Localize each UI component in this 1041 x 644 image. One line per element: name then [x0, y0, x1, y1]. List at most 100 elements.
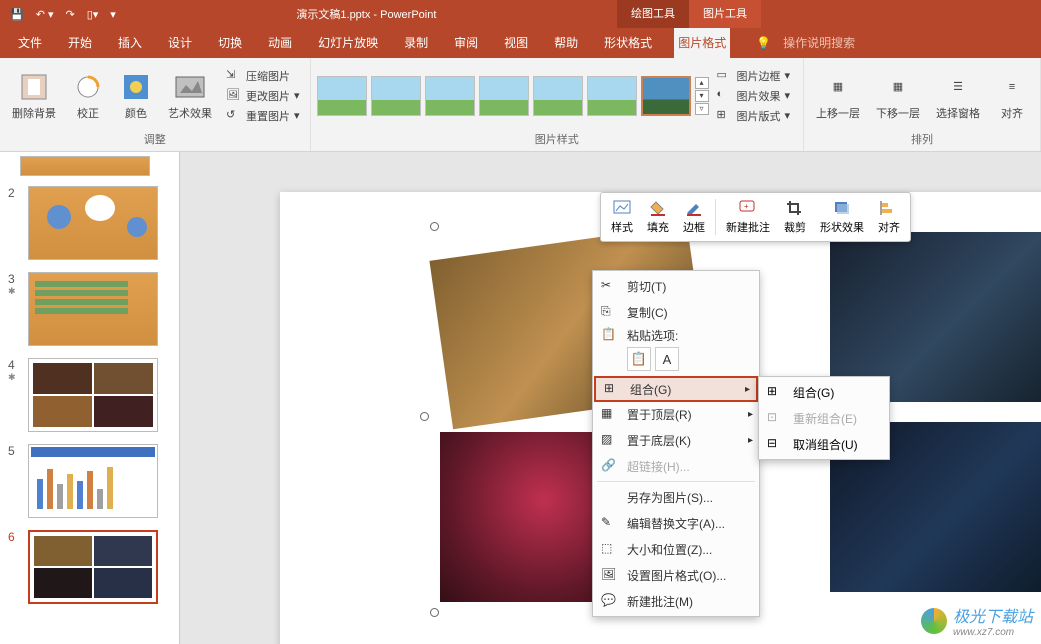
- style-preset-5[interactable]: [533, 76, 583, 116]
- tab-design[interactable]: 设计: [164, 28, 196, 58]
- tab-slideshow[interactable]: 幻灯片放映: [314, 28, 382, 58]
- color-button[interactable]: 颜色: [114, 69, 158, 123]
- corrections-icon: [72, 71, 104, 103]
- mini-align-button[interactable]: 对齐: [872, 197, 906, 237]
- ctx-save-as-pic[interactable]: 另存为图片(S)...: [593, 484, 759, 510]
- group-submenu: ⊞组合(G) ⊡重新组合(E) ⊟取消组合(U): [758, 376, 890, 460]
- tab-review[interactable]: 审阅: [450, 28, 482, 58]
- slide-thumb-prev[interactable]: [20, 156, 150, 176]
- slide-panel[interactable]: 2 3✱ 4✱: [0, 152, 180, 644]
- drawing-tools-tab[interactable]: 绘图工具: [617, 0, 689, 28]
- mini-outline-button[interactable]: 边框: [677, 197, 711, 237]
- border-icon: ▭: [717, 68, 733, 84]
- tab-help[interactable]: 帮助: [550, 28, 582, 58]
- mini-fill-button[interactable]: 填充: [641, 197, 675, 237]
- slide-thumb-row-5[interactable]: 5: [0, 438, 179, 524]
- pic-border-button[interactable]: ▭图片边框▾: [713, 67, 795, 85]
- slide-thumb-row-6[interactable]: 6: [0, 524, 179, 610]
- tab-transitions[interactable]: 切换: [214, 28, 246, 58]
- ctx-bring-front[interactable]: ▦置于顶层(R)▸: [593, 401, 759, 427]
- ctx-paste-label: 📋粘贴选项:: [593, 325, 759, 345]
- undo-icon[interactable]: ↶ ▾: [36, 8, 54, 21]
- send-backward-button[interactable]: ▦下移一层: [870, 69, 926, 123]
- ctx-size-pos[interactable]: ⬚大小和位置(Z)...: [593, 536, 759, 562]
- ctx-send-back[interactable]: ▨置于底层(K)▸: [593, 427, 759, 453]
- slide-thumb-4[interactable]: [28, 358, 158, 432]
- submenu-ungroup[interactable]: ⊟取消组合(U): [759, 431, 889, 457]
- mini-comment-icon: +: [738, 199, 758, 217]
- ctx-new-comment[interactable]: 💬新建批注(M): [593, 588, 759, 614]
- slide-thumb-5[interactable]: [28, 444, 158, 518]
- ctx-group[interactable]: ⊞组合(G)▸: [594, 376, 758, 402]
- tab-shape-format[interactable]: 形状格式: [600, 28, 656, 58]
- mini-comment-button[interactable]: +新建批注: [720, 197, 776, 237]
- tell-me-search[interactable]: 💡 操作说明搜索: [748, 28, 863, 58]
- mini-shapefx-button[interactable]: 形状效果: [814, 197, 870, 237]
- slide-num-5: 5: [8, 444, 20, 518]
- tab-animations[interactable]: 动画: [264, 28, 296, 58]
- style-preset-1[interactable]: [317, 76, 367, 116]
- handle-sw[interactable]: [430, 608, 439, 617]
- paste-option-2[interactable]: A: [655, 347, 679, 371]
- tab-home[interactable]: 开始: [64, 28, 96, 58]
- slide-thumb-row-4[interactable]: 4✱: [0, 352, 179, 438]
- selection-pane-button[interactable]: ☰选择窗格: [930, 69, 986, 123]
- style-preset-2[interactable]: [371, 76, 421, 116]
- slide-thumb-3[interactable]: [28, 272, 158, 346]
- alttext-icon: ✎: [601, 515, 617, 531]
- save-icon[interactable]: 💾: [10, 8, 24, 21]
- window-title: 演示文稿1.pptx - PowerPoint: [116, 6, 617, 22]
- change-pic-button[interactable]: 🖼更改图片▾: [222, 87, 304, 105]
- slide-thumb-2[interactable]: [28, 186, 158, 260]
- ribbon-group-styles: ▴▾▿ ▭图片边框▾ ◐图片效果▾ ⊞图片版式▾ 图片样式: [311, 58, 804, 151]
- ctx-cut[interactable]: ✂剪切(T): [593, 273, 759, 299]
- compress-button[interactable]: ⇲压缩图片: [222, 67, 304, 85]
- slide-thumb-row-3[interactable]: 3✱: [0, 266, 179, 352]
- group-label-adjust: 调整: [6, 129, 304, 149]
- bring-forward-button[interactable]: ▦上移一层: [810, 69, 866, 123]
- style-preset-7[interactable]: [641, 76, 691, 116]
- picture-tools-tab[interactable]: 图片工具: [689, 0, 761, 28]
- artistic-button[interactable]: 艺术效果: [162, 69, 218, 123]
- style-preset-6[interactable]: [587, 76, 637, 116]
- tab-record[interactable]: 录制: [400, 28, 432, 58]
- ctx-copy[interactable]: ⎘复制(C): [593, 299, 759, 325]
- handle-w[interactable]: [420, 412, 429, 421]
- paste-option-1[interactable]: 📋: [627, 347, 651, 371]
- slideshow-icon[interactable]: ▯▾: [87, 8, 99, 21]
- redo-icon[interactable]: ↷: [66, 8, 75, 21]
- cut-icon: ✂: [601, 278, 617, 294]
- quick-access-toolbar: 💾 ↶ ▾ ↷ ▯▾ ▾: [0, 8, 116, 21]
- style-gallery[interactable]: ▴▾▿: [317, 76, 709, 116]
- slide-thumb-6[interactable]: [28, 530, 158, 604]
- tab-insert[interactable]: 插入: [114, 28, 146, 58]
- group-label-styles: 图片样式: [317, 129, 797, 149]
- mini-crop-button[interactable]: 裁剪: [778, 197, 812, 237]
- watermark-text: 极光下载站: [953, 603, 1033, 627]
- submenu-group[interactable]: ⊞组合(G): [759, 379, 889, 405]
- style-preset-3[interactable]: [425, 76, 475, 116]
- tab-view[interactable]: 视图: [500, 28, 532, 58]
- adjust-small-buttons: ⇲压缩图片 🖼更改图片▾ ↺重置图片▾: [222, 67, 304, 125]
- tab-picture-format[interactable]: 图片格式: [674, 28, 730, 58]
- remove-bg-button[interactable]: 删除背景: [6, 69, 62, 123]
- mini-toolbar: 样式 填充 边框 +新建批注 裁剪 形状效果 对齐: [600, 192, 911, 242]
- slide-thumb-row-2[interactable]: 2: [0, 180, 179, 266]
- handle-nw[interactable]: [430, 222, 439, 231]
- mini-style-button[interactable]: 样式: [605, 197, 639, 237]
- ctx-format-pic[interactable]: 🖼设置图片格式(O)...: [593, 562, 759, 588]
- ctx-alt-text[interactable]: ✎编辑替换文字(A)...: [593, 510, 759, 536]
- bring-forward-icon: ▦: [822, 71, 854, 103]
- reset-pic-button[interactable]: ↺重置图片▾: [222, 107, 304, 125]
- tab-file[interactable]: 文件: [14, 28, 46, 58]
- corrections-button[interactable]: 校正: [66, 69, 110, 123]
- reset-pic-icon: ↺: [226, 108, 242, 124]
- align-button[interactable]: ≡对齐: [990, 69, 1034, 123]
- align-icon: ≡: [996, 71, 1028, 103]
- compress-icon: ⇲: [226, 68, 242, 84]
- pic-layout-button[interactable]: ⊞图片版式▾: [713, 107, 795, 125]
- pic-effects-button[interactable]: ◐图片效果▾: [713, 87, 795, 105]
- slide-editor[interactable]: 样式 填充 边框 +新建批注 裁剪 形状效果 对齐 ✂剪切(T) ⎘复制(C) …: [180, 152, 1041, 644]
- gallery-scroll[interactable]: ▴▾▿: [695, 77, 709, 115]
- style-preset-4[interactable]: [479, 76, 529, 116]
